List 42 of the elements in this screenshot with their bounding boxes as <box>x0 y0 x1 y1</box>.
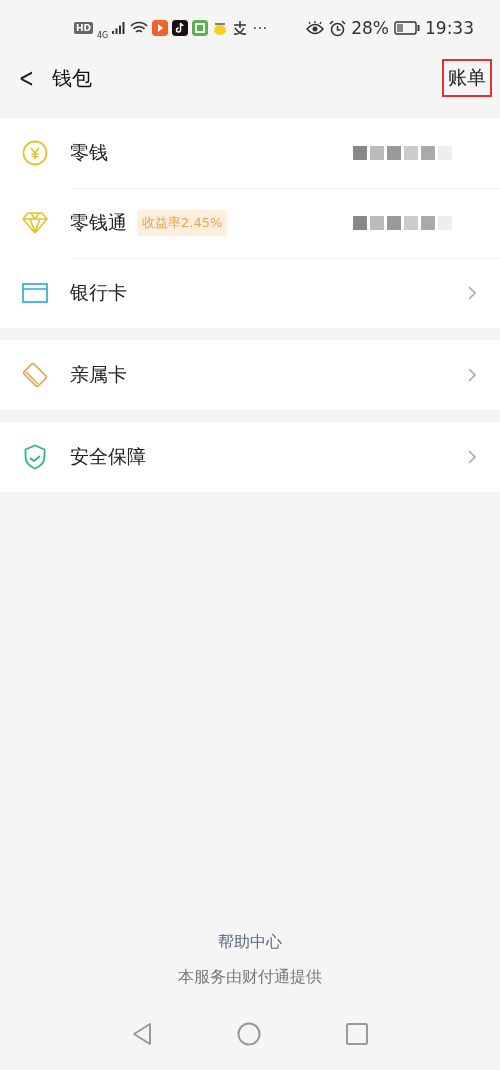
back-nav-icon[interactable] <box>132 1022 153 1046</box>
hd-indicator: HD <box>74 22 93 34</box>
provider-note: 本服务由财付通提供 <box>178 967 322 988</box>
wallet-menu-item[interactable]: 亲属卡 <box>0 340 500 410</box>
wallet-menu-item[interactable]: 零钱通 收益率2.45% <box>0 188 500 258</box>
app-icon <box>192 20 209 36</box>
item-label: 亲属卡 <box>70 362 127 387</box>
app-icon <box>172 20 189 36</box>
rate-badge: 收益率2.45% <box>137 210 228 236</box>
network-label: 4G <box>97 30 109 40</box>
item-label: 零钱通 <box>70 210 127 235</box>
item-label: 零钱 <box>70 140 108 165</box>
eye-icon <box>306 21 325 35</box>
page-title: 钱包 <box>51 64 92 92</box>
signal-icon <box>112 21 127 35</box>
diamond-icon <box>22 211 48 235</box>
shield-icon <box>23 444 47 470</box>
card-icon <box>22 283 48 303</box>
bills-button[interactable]: 账单 <box>442 59 492 97</box>
back-button[interactable]: < <box>18 63 42 93</box>
cards-icon <box>22 362 48 388</box>
wallet-menu-item[interactable]: 零钱 <box>0 118 500 188</box>
chevron-right-icon <box>468 368 476 382</box>
recents-nav-icon[interactable] <box>345 1023 368 1045</box>
chevron-right-icon <box>468 450 476 464</box>
item-label: 安全保障 <box>70 444 146 469</box>
battery-percent: 28% <box>351 18 389 38</box>
alarm-icon <box>329 19 347 37</box>
clock-time: 19:33 <box>425 18 474 38</box>
app-icon <box>212 20 229 36</box>
wallet-menu-item[interactable]: 安全保障 <box>0 422 500 492</box>
coin-icon <box>22 140 48 166</box>
chevron-right-icon <box>468 286 476 300</box>
more-indicator: ⋯ <box>252 19 268 37</box>
wifi-icon <box>130 21 149 35</box>
app-icon <box>152 20 169 36</box>
payment-icon <box>232 20 249 36</box>
item-label: 银行卡 <box>70 280 127 305</box>
battery-icon <box>394 21 420 35</box>
home-nav-icon[interactable] <box>237 1022 261 1046</box>
wallet-menu-item[interactable]: 银行卡 <box>0 258 500 328</box>
help-center-link[interactable]: 帮助中心 <box>218 932 282 953</box>
